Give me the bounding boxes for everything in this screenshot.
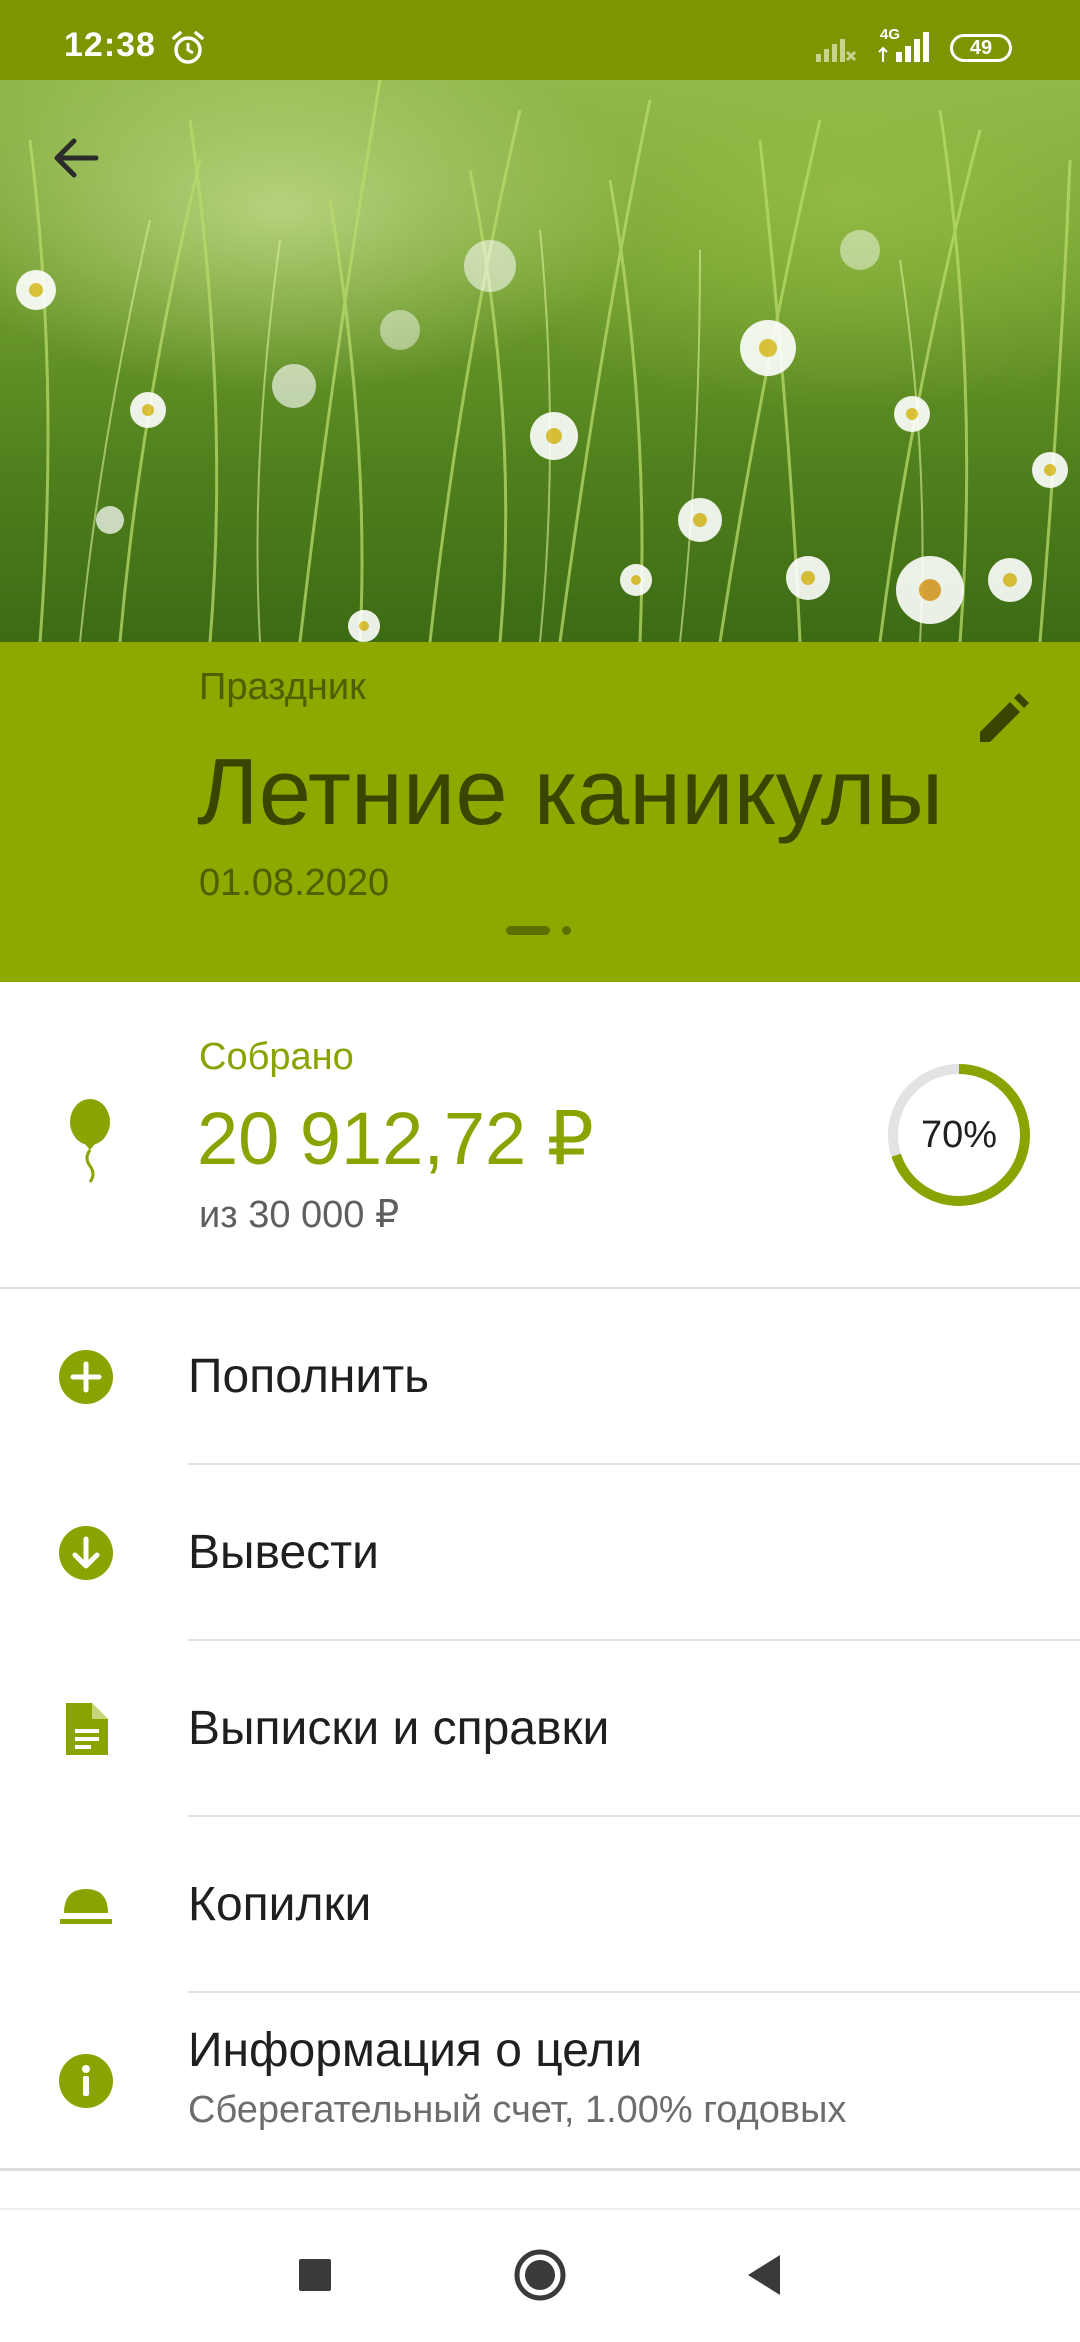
system-nav-bar <box>0 2208 1080 2342</box>
menu-item-statements[interactable]: Выписки и справки <box>0 1641 1080 1817</box>
plus-circle-icon <box>59 1350 113 1404</box>
home-icon[interactable] <box>505 2240 575 2310</box>
alarm-icon <box>172 31 204 64</box>
pager-dot-active <box>506 926 550 935</box>
menu-item-goal-info[interactable]: Информация о цели Сберегательный счет, 1… <box>0 1993 1080 2169</box>
menu-item-label: Пополнить <box>188 1350 430 1403</box>
balloon-icon <box>70 1099 110 1183</box>
goal-date: 01.08.2020 <box>199 862 390 904</box>
menu-item-deposit[interactable]: Пополнить <box>0 1289 1080 1465</box>
divider <box>0 2168 1080 2171</box>
progress-percent: 70% <box>920 1114 998 1156</box>
goal-summary: Собрано 20 912,72 ₽ из 30 000 ₽ 70% <box>0 982 1080 1289</box>
pager-indicator <box>506 926 576 936</box>
menu-item-label: Информация о цели <box>188 2024 643 2077</box>
recent-apps-icon[interactable] <box>280 2240 350 2310</box>
document-icon <box>66 1703 108 1755</box>
menu-item-withdraw[interactable]: Вывести <box>0 1465 1080 1641</box>
status-bar: 12:38 4G 49 <box>0 0 1080 80</box>
piggy-bank-icon <box>60 1889 112 1924</box>
collected-label: Собрано <box>199 1036 354 1078</box>
edit-icon[interactable] <box>972 690 1032 750</box>
back-button[interactable] <box>44 126 108 190</box>
menu-item-label: Выписки и справки <box>188 1702 610 1755</box>
menu-item-sublabel: Сберегательный счет, 1.00% годовых <box>188 2089 847 2131</box>
collected-amount: 20 912,72 ₽ <box>197 1097 594 1180</box>
meadow-illustration <box>16 80 1072 642</box>
pager-dot <box>562 926 571 935</box>
menu-item-label: Копилки <box>188 1878 372 1931</box>
goal-title: Летние каникулы <box>197 739 944 844</box>
arrow-down-circle-icon <box>59 1526 113 1580</box>
goal-cover-image <box>0 80 1080 642</box>
back-icon[interactable] <box>730 2240 800 2310</box>
signal-weak-icon <box>816 39 857 62</box>
signal-icon <box>878 32 929 62</box>
battery-icon: 49 <box>950 34 1012 62</box>
menu-item-piggy-banks[interactable]: Копилки <box>0 1817 1080 1993</box>
info-icon <box>59 2054 113 2108</box>
goal-category: Праздник <box>199 666 366 708</box>
status-time: 12:38 <box>64 26 156 64</box>
target-amount: из 30 000 ₽ <box>199 1194 400 1236</box>
goal-actions-menu: Пополнить Вывести Выписки и справки Копи… <box>0 1289 1080 2169</box>
menu-item-label: Вывести <box>188 1526 379 1579</box>
goal-header: Праздник Летние каникулы 01.08.2020 <box>0 642 1080 982</box>
